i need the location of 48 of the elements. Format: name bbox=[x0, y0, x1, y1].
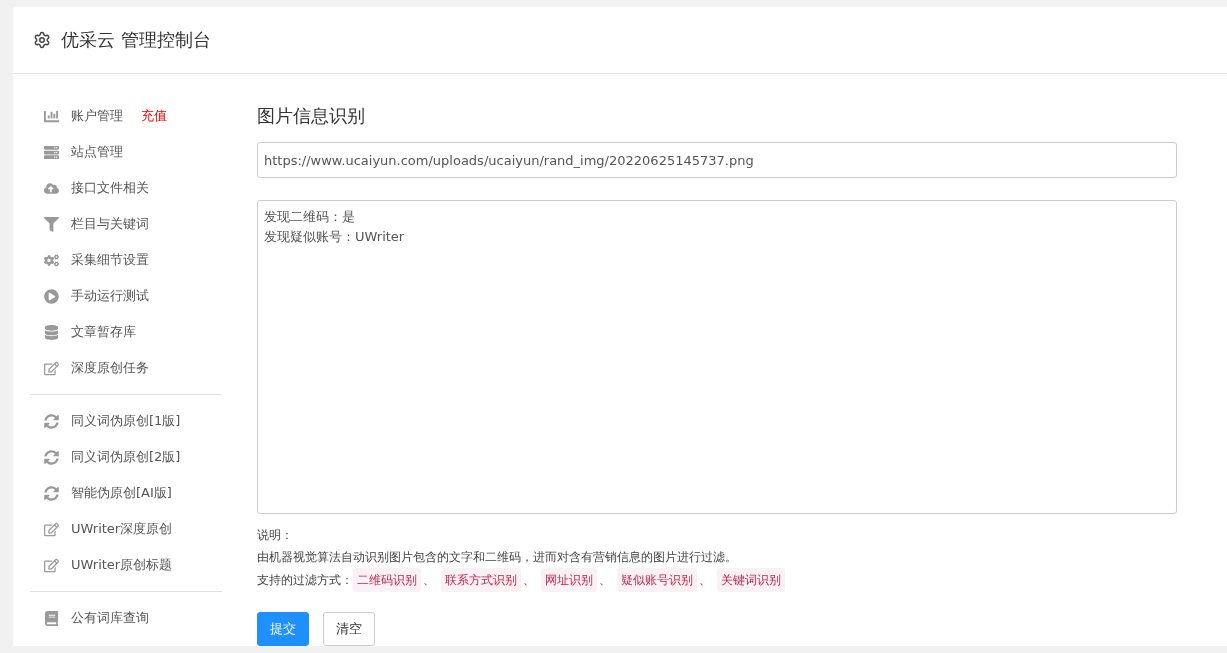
edit-icon bbox=[44, 360, 59, 376]
bar-chart-icon bbox=[44, 108, 59, 124]
methods-label: 支持的过滤方式： bbox=[257, 572, 353, 589]
server-icon bbox=[44, 144, 59, 160]
filter-method-tag: 二维码识别 bbox=[353, 568, 421, 592]
cloud-upload-icon bbox=[44, 180, 59, 196]
gears-icon bbox=[44, 252, 59, 268]
filter-method-tag: 疑似账号识别 bbox=[617, 568, 697, 592]
filter-method-tag: 联系方式识别 bbox=[441, 568, 521, 592]
url-field[interactable]: https://www.ucaiyun.com/uploads/ucaiyun/rand_img/20220625145737.png bbox=[257, 142, 1177, 178]
notes-description: 由机器视觉算法自动识别图片包含的文字和二维码，进而对含有营销信息的图片进行过滤。 bbox=[257, 549, 738, 566]
separator-text: 、 bbox=[699, 572, 711, 589]
play-icon bbox=[44, 288, 59, 304]
book-icon bbox=[44, 610, 59, 626]
sidebar-item[interactable]: 深度原创任务 bbox=[30, 350, 222, 386]
edit-icon bbox=[44, 557, 59, 573]
refresh-icon bbox=[44, 485, 59, 501]
sidebar-item[interactable]: 站点管理 bbox=[30, 134, 222, 170]
sidebar-item[interactable]: 采集细节设置 bbox=[30, 242, 222, 278]
sidebar-item[interactable]: 同义词伪原创[1版] bbox=[30, 403, 222, 439]
result-box[interactable]: 发现二维码：是 发现疑似账号：UWriter bbox=[257, 200, 1177, 514]
sidebar-item-label: 账户管理 bbox=[71, 107, 123, 125]
settings-icon bbox=[33, 31, 51, 49]
refresh-icon bbox=[44, 449, 59, 465]
sidebar-item[interactable]: 手动运行测试 bbox=[30, 278, 222, 314]
refresh-icon bbox=[44, 413, 59, 429]
notes-heading: 说明： bbox=[257, 527, 294, 544]
sidebar-item[interactable]: 智能伪原创[AI版] bbox=[30, 475, 222, 511]
filter-icon bbox=[44, 216, 59, 232]
filter-method-tag: 关键词识别 bbox=[717, 568, 785, 592]
database-icon bbox=[44, 324, 59, 340]
separator-text: 、 bbox=[599, 572, 611, 589]
separator-text: 、 bbox=[523, 572, 535, 589]
sidebar-item[interactable]: 接口文件相关 bbox=[30, 170, 222, 206]
separator-text: 、 bbox=[423, 572, 435, 589]
sidebar-item[interactable]: UWriter原创标题 bbox=[30, 547, 222, 583]
sidebar-item[interactable]: UWriter深度原创 bbox=[30, 511, 222, 547]
sidebar-item[interactable]: 账户管理 充值 bbox=[30, 98, 222, 134]
console-title: 优采云 管理控制台 bbox=[61, 28, 211, 52]
sidebar-item[interactable]: 公有词库查询 bbox=[30, 600, 222, 636]
sidebar-item[interactable]: 同义词伪原创[2版] bbox=[30, 439, 222, 475]
sidebar-item[interactable]: 文章暂存库 bbox=[30, 314, 222, 350]
clear-button[interactable]: 清空 bbox=[323, 612, 375, 646]
page-title: 图片信息识别 bbox=[257, 104, 366, 128]
recharge-link[interactable]: 充值 bbox=[141, 107, 167, 125]
sidebar-item[interactable]: 栏目与关键词 bbox=[30, 206, 222, 242]
filter-method-tag: 网址识别 bbox=[541, 568, 597, 592]
edit-icon bbox=[44, 521, 59, 537]
